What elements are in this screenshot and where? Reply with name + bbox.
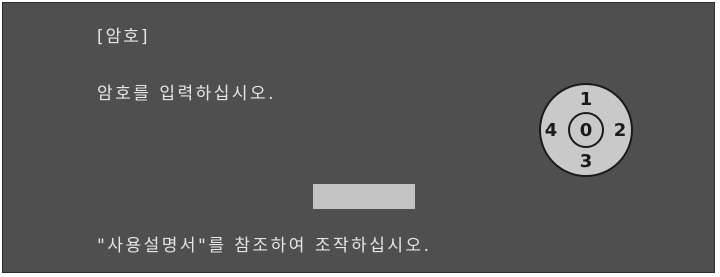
keypad-key-center[interactable]: 0: [580, 120, 593, 141]
password-input[interactable]: [313, 184, 415, 209]
direction-keypad-icon: 1 2 3 4 0: [537, 81, 635, 179]
instruction-text: 암호를 입력하십시오.: [97, 84, 277, 104]
password-dialog: [암호] 암호를 입력하십시오. 1 2 3 4 0 "사용설명서"를 참조하여…: [2, 2, 715, 273]
keypad-key-right[interactable]: 2: [614, 120, 627, 141]
dialog-title: [암호]: [97, 27, 150, 47]
keypad-key-left[interactable]: 4: [545, 120, 558, 141]
keypad-key-up[interactable]: 1: [580, 89, 593, 110]
keypad-key-down[interactable]: 3: [580, 151, 593, 172]
manual-reference-note: "사용설명서"를 참조하여 조작하십시오.: [97, 236, 432, 256]
